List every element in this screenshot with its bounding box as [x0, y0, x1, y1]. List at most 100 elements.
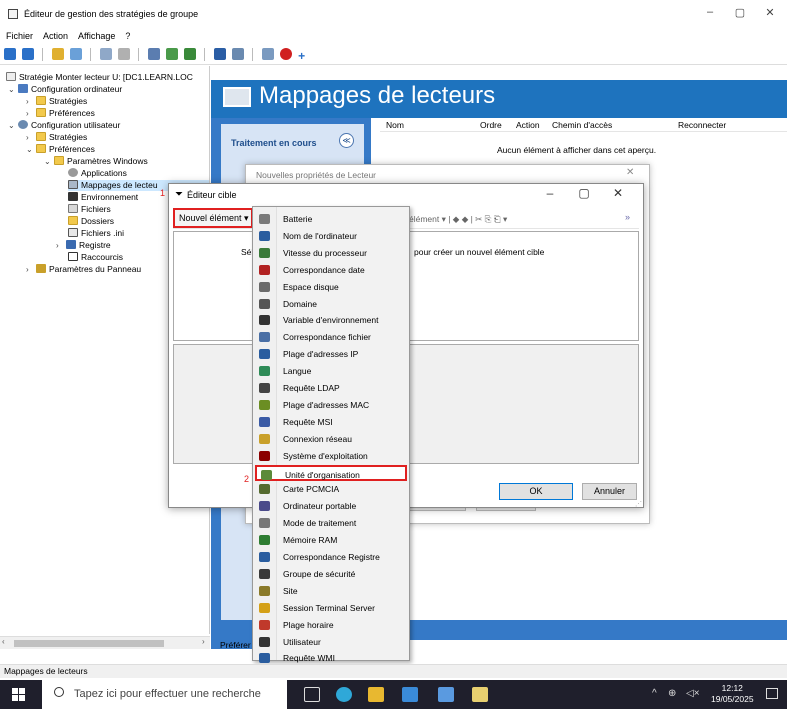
refresh-icon[interactable] — [166, 48, 179, 60]
menu-item-ip-range[interactable]: Plage d'adresses IP — [255, 346, 407, 362]
copy-icon[interactable] — [100, 48, 113, 60]
menu-item-security-group[interactable]: Groupe de sécurité — [255, 566, 407, 582]
server-manager-icon[interactable] — [402, 687, 418, 702]
menu-item-user[interactable]: Utilisateur — [255, 634, 407, 650]
menu-item-ou[interactable]: Unité d'organisation — [255, 464, 407, 481]
menu-item-registry[interactable]: Correspondance Registre — [255, 549, 407, 565]
tree-root[interactable]: Stratégie Monter lecteur U: [DC1.LEARN.L… — [6, 72, 193, 83]
file-explorer-icon[interactable] — [368, 687, 384, 702]
menu-item-clock[interactable]: Plage horaire — [255, 617, 407, 633]
forward-arrow-icon[interactable] — [22, 48, 34, 60]
cancel-button[interactable]: Annuler — [582, 483, 637, 500]
menu-item-msi[interactable]: Requête MSI — [255, 414, 407, 430]
menu-fichier[interactable]: Fichier — [6, 31, 33, 41]
col-header-action[interactable]: Action — [516, 120, 540, 130]
chevron-down-icon[interactable]: ⌄ — [8, 120, 18, 131]
tree-registry[interactable]: › Registre — [56, 240, 111, 251]
chevron-down-icon[interactable]: ⌄ — [8, 84, 18, 95]
scrollbar-thumb[interactable] — [14, 640, 164, 647]
menu-item-site[interactable]: Site — [255, 583, 407, 599]
tree-applications[interactable]: Applications — [68, 168, 127, 179]
tree-ini-files[interactable]: Fichiers .ini — [68, 228, 124, 239]
export-icon[interactable] — [184, 48, 197, 60]
ok-button[interactable]: OK — [499, 483, 573, 500]
menu-item-ldap[interactable]: Requête LDAP — [255, 380, 407, 396]
tree-uc-preferences[interactable]: ⌄ Préférences — [26, 144, 95, 155]
show-tree-icon[interactable] — [70, 48, 83, 60]
new-item-dropdown-button[interactable]: Nouvel élément ▾ — [173, 208, 253, 228]
menu-item-cpu[interactable]: Vitesse du processeur — [255, 245, 407, 261]
notifications-icon[interactable] — [766, 688, 778, 699]
tray-chevron-up-icon[interactable]: ^ — [652, 688, 657, 699]
menu-item-pcmcia[interactable]: Carte PCMCIA — [255, 481, 407, 497]
scroll-left-icon[interactable]: ‹ — [2, 637, 5, 646]
maximize-button[interactable]: ▢ — [730, 6, 750, 19]
edge-browser-icon[interactable] — [336, 687, 352, 702]
windows-start-icon[interactable] — [12, 688, 25, 701]
help-icon[interactable] — [214, 48, 227, 60]
minimize-button[interactable]: – — [700, 6, 720, 18]
menu-item-domain[interactable]: Domaine — [255, 296, 407, 312]
new-item-icon[interactable] — [262, 48, 275, 60]
menu-item-processing-mode[interactable]: Mode de traitement — [255, 515, 407, 531]
col-header-nom[interactable]: Nom — [386, 120, 404, 130]
dialog-minimize-button[interactable]: – — [539, 186, 561, 200]
dialog-toolbar-actions[interactable]: élément ▾ | ◆ ◆ | ✂ ⎘ ⎗ ▾ — [409, 214, 507, 225]
tree-panel-params[interactable]: › Paramètres du Panneau — [26, 264, 141, 275]
menu-affichage[interactable]: Affichage — [78, 31, 115, 41]
chevron-right-icon[interactable]: › — [26, 264, 36, 275]
chevron-right-icon[interactable]: › — [26, 108, 36, 119]
back-dialog-close-button[interactable]: ✕ — [626, 167, 634, 178]
chevron-down-icon[interactable]: ⌄ — [44, 156, 54, 167]
menu-item-ram[interactable]: Mémoire RAM — [255, 532, 407, 548]
volume-muted-icon[interactable]: ◁× — [686, 688, 700, 699]
chevron-down-icon[interactable]: ⌄ — [26, 144, 36, 155]
menu-item-globe[interactable]: Langue — [255, 363, 407, 379]
menu-item-network[interactable]: Connexion réseau — [255, 431, 407, 447]
menu-item-mac-range[interactable]: Plage d'adresses MAC — [255, 397, 407, 413]
tree-files[interactable]: Fichiers — [68, 204, 111, 215]
menu-action[interactable]: Action — [43, 31, 68, 41]
tree-horizontal-scrollbar[interactable]: ‹ › — [0, 636, 210, 649]
properties-icon[interactable] — [232, 48, 245, 60]
add-icon[interactable]: + — [298, 50, 310, 63]
dialog-maximize-button[interactable]: ▢ — [573, 186, 595, 200]
menu-item-terminal-server[interactable]: Session Terminal Server — [255, 600, 407, 616]
back-arrow-icon[interactable] — [4, 48, 16, 60]
taskbar-search[interactable]: Tapez ici pour effectuer une recherche — [42, 680, 287, 709]
col-header-ordre[interactable]: Ordre — [480, 120, 502, 130]
task-view-icon[interactable] — [304, 687, 320, 702]
tree-environment[interactable]: Environnement — [68, 192, 138, 203]
menu-item-env-variable[interactable]: Variable d'environnement — [255, 312, 407, 328]
taskbar-clock[interactable]: 12:12 19/05/2025 — [711, 683, 754, 705]
chevron-right-icon[interactable]: › — [26, 96, 36, 107]
tree-user-config[interactable]: ⌄ Configuration utilisateur — [8, 120, 120, 131]
menu-item-calendar[interactable]: Correspondance date — [255, 262, 407, 278]
toolbar-overflow-icon[interactable]: » — [625, 212, 630, 222]
menu-item-laptop[interactable]: Ordinateur portable — [255, 498, 407, 514]
col-header-chemin[interactable]: Chemin d'accès — [552, 120, 612, 130]
tree-shortcuts[interactable]: Raccourcis — [68, 252, 123, 263]
menu-item-disk[interactable]: Espace disque — [255, 279, 407, 295]
network-icon[interactable]: ⊕ — [668, 688, 676, 699]
tree-cc-preferences[interactable]: › Préférences — [26, 108, 95, 119]
collapse-chevron-icon[interactable]: ≪ — [339, 133, 354, 148]
close-button[interactable]: ✕ — [760, 6, 780, 19]
menu-item-file-match[interactable]: Correspondance fichier — [255, 329, 407, 345]
tree-computer-config[interactable]: ⌄ Configuration ordinateur — [8, 84, 122, 95]
chevron-right-icon[interactable]: › — [26, 132, 36, 143]
tree-windows-params[interactable]: ⌄ Paramètres Windows — [44, 156, 148, 167]
chevron-right-icon[interactable]: › — [56, 240, 66, 251]
up-folder-icon[interactable] — [52, 48, 65, 60]
delete-icon[interactable] — [280, 48, 293, 60]
scroll-right-icon[interactable]: › — [202, 637, 205, 646]
tree-cc-strategies[interactable]: › Stratégies — [26, 96, 87, 107]
tree-folders[interactable]: Dossiers — [68, 216, 114, 227]
paste-icon[interactable] — [118, 48, 131, 60]
menu-item-os[interactable]: Système d'exploitation — [255, 448, 407, 464]
menu-item-battery[interactable]: Batterie — [255, 211, 407, 227]
menu-help[interactable]: ? — [125, 31, 130, 41]
dialog-close-button[interactable]: ✕ — [607, 186, 629, 200]
tree-uc-strategies[interactable]: › Stratégies — [26, 132, 87, 143]
menu-item-computer[interactable]: Nom de l'ordinateur — [255, 228, 407, 244]
